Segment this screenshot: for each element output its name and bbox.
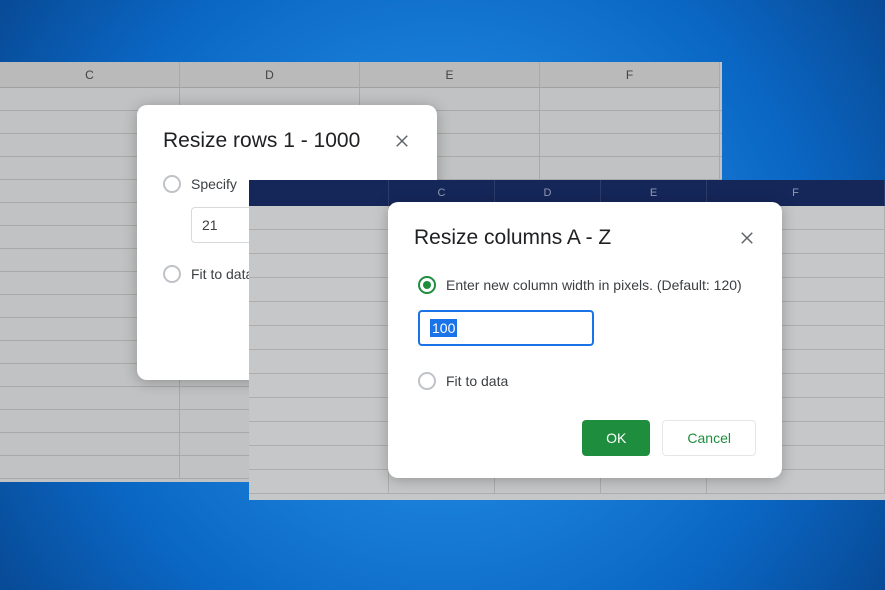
fit-label: Fit to data [191,266,253,282]
col-header-blank [249,180,389,206]
close-icon[interactable] [738,229,756,247]
cancel-button[interactable]: Cancel [662,420,756,456]
col-header[interactable]: E [360,62,540,88]
radio-icon [418,372,436,390]
radio-checked-icon [418,276,436,294]
col-header[interactable]: F [540,62,720,88]
enter-width-option[interactable]: Enter new column width in pixels. (Defau… [418,276,756,294]
close-icon[interactable] [393,132,411,150]
column-headers-back: C D E F [0,62,722,88]
radio-icon [163,265,181,283]
dialog-title: Resize rows 1 - 1000 [163,129,360,153]
specify-label: Specify [191,176,237,192]
enter-width-label: Enter new column width in pixels. (Defau… [446,277,742,293]
col-header[interactable]: D [180,62,360,88]
resize-columns-dialog: Resize columns A - Z Enter new column wi… [388,202,782,478]
column-width-input[interactable]: 100 [418,310,594,346]
dialog-title: Resize columns A - Z [414,226,611,250]
fit-to-data-option[interactable]: Fit to data [418,372,756,390]
radio-icon [163,175,181,193]
fit-label: Fit to data [446,373,508,389]
row-height-input[interactable]: 21 [191,207,255,243]
col-header[interactable]: C [0,62,180,88]
ok-button[interactable]: OK [582,420,650,456]
